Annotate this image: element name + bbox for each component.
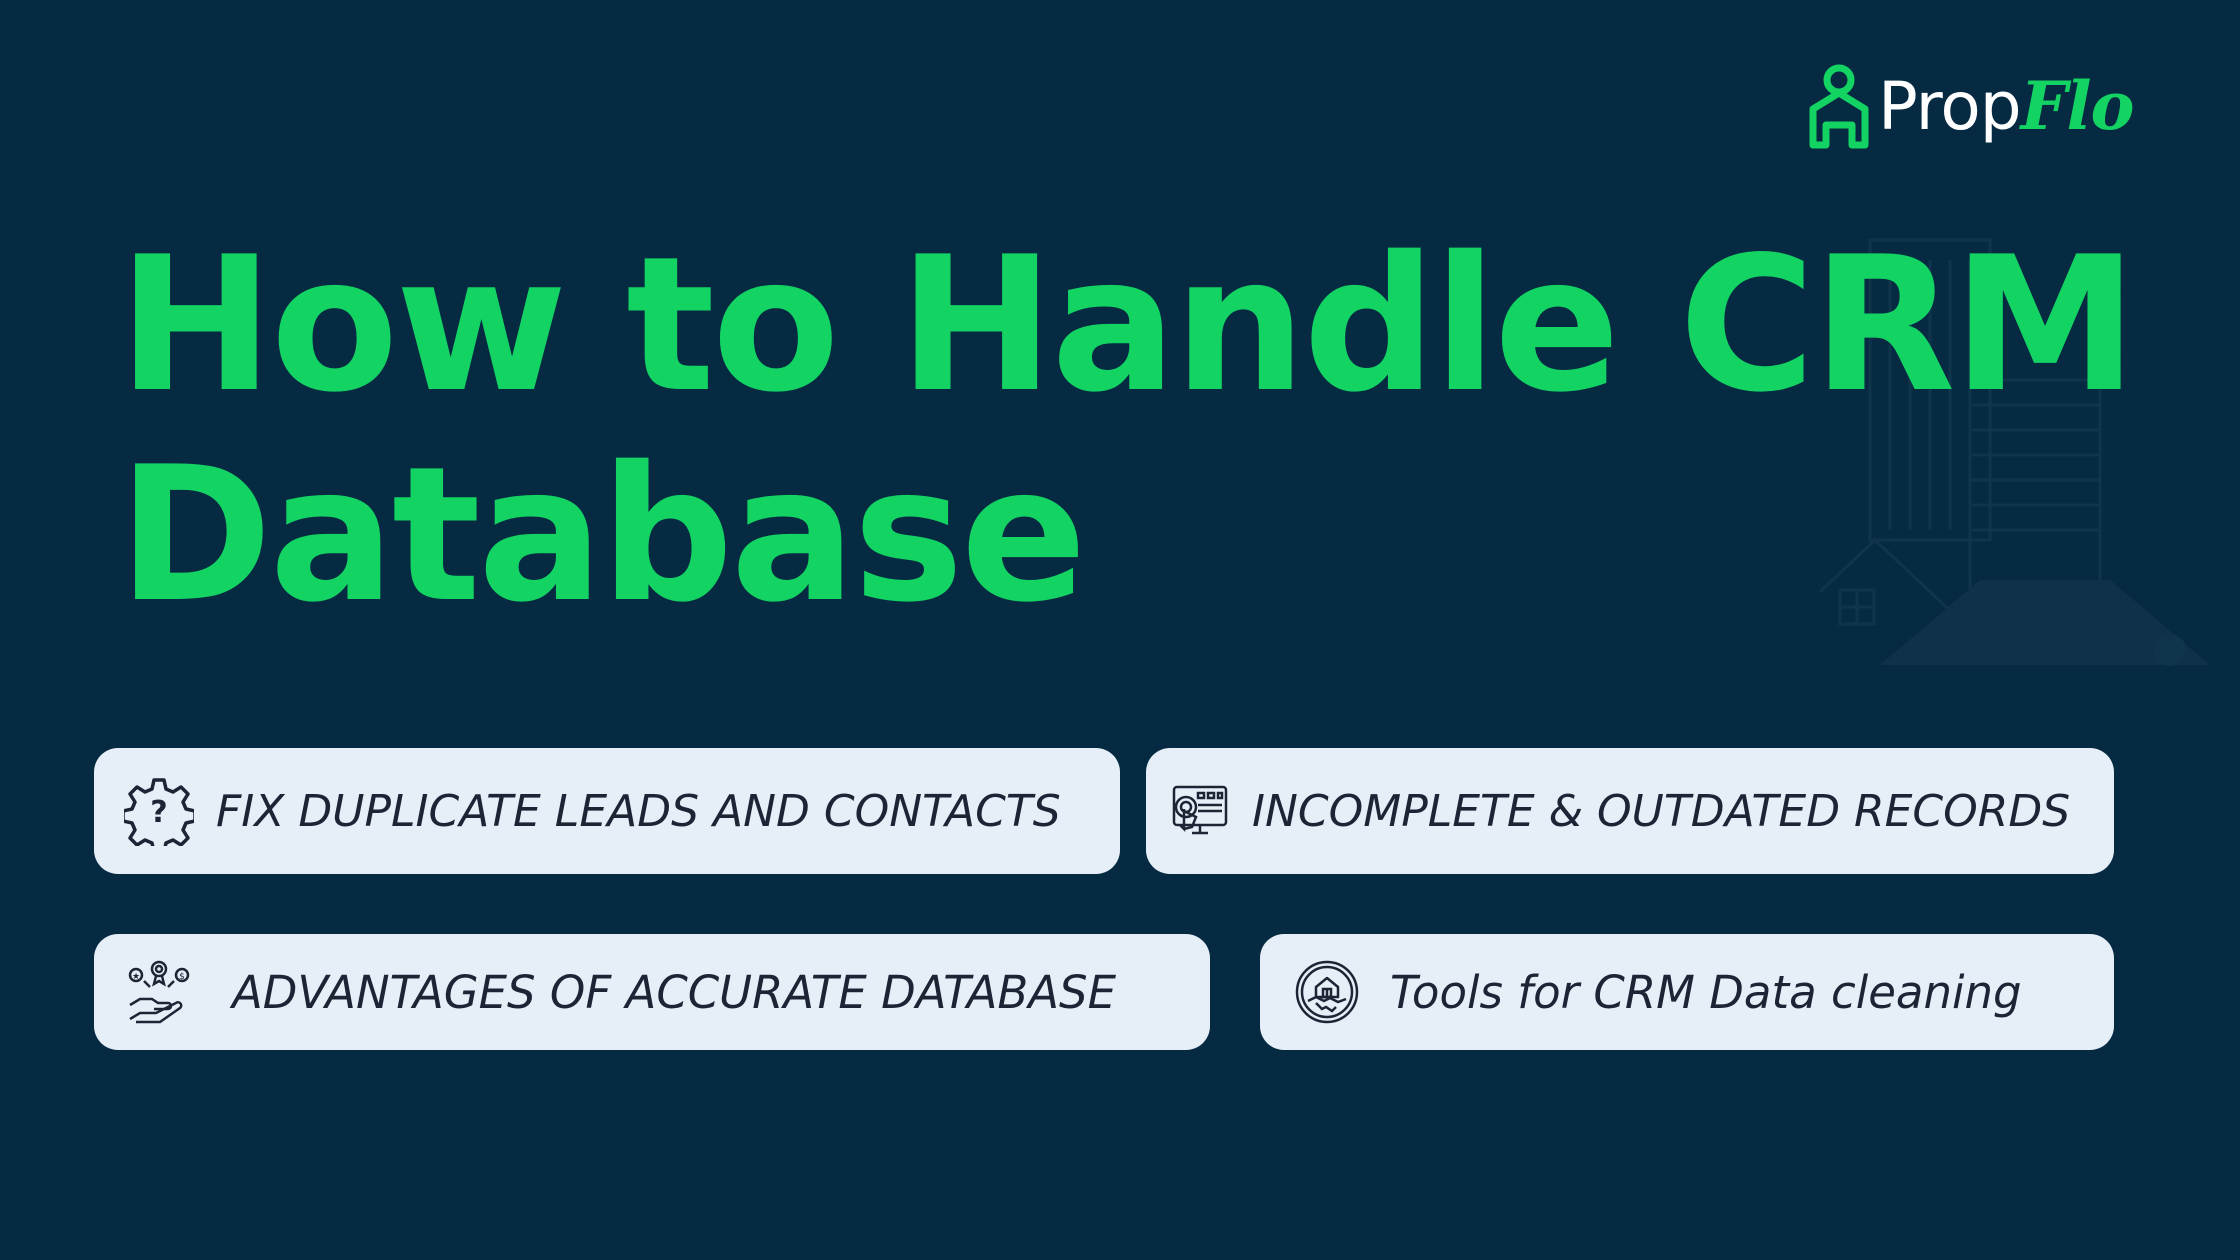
page: Prop Flo How to Handle CRM Database ? FIX… [0,0,2240,1260]
svg-text:★: ★ [132,972,140,982]
topic-label: INCOMPLETE & OUTDATED RECORDS [1252,785,2071,837]
title-line-1: How to Handle CRM [118,216,2138,433]
svg-text:$: $ [179,972,185,982]
logo-text-flo: Flo [2020,66,2135,145]
logo-wordmark: Prop Flo [1878,66,2135,145]
house-handshake-icon [1294,959,1360,1025]
topic-label: Tools for CRM Data cleaning [1390,965,2022,1019]
svg-text:?: ? [150,795,167,830]
monitor-touch-icon [1170,781,1230,841]
hand-coins-icon: ★ $ [126,959,192,1025]
logo-text-prop: Prop [1878,67,2022,145]
propflo-logo: Prop Flo [1808,56,2135,156]
topic-pill-advantages: ★ $ ADVANTAGES OF ACCURATE DATABASE [94,934,1210,1050]
page-title: How to Handle CRM Database [118,216,2138,643]
topic-pill-fix-duplicates: ? FIX DUPLICATE LEADS AND CONTACTS [94,748,1120,874]
topic-pill-tools: Tools for CRM Data cleaning [1260,934,2114,1050]
topic-pill-incomplete-records: INCOMPLETE & OUTDATED RECORDS [1146,748,2114,874]
gear-question-icon: ? [124,776,194,846]
topic-label: FIX DUPLICATE LEADS AND CONTACTS [216,785,1061,837]
house-person-icon [1809,64,1869,149]
title-line-2: Database [118,426,1087,643]
topic-label: ADVANTAGES OF ACCURATE DATABASE [232,965,1117,1019]
